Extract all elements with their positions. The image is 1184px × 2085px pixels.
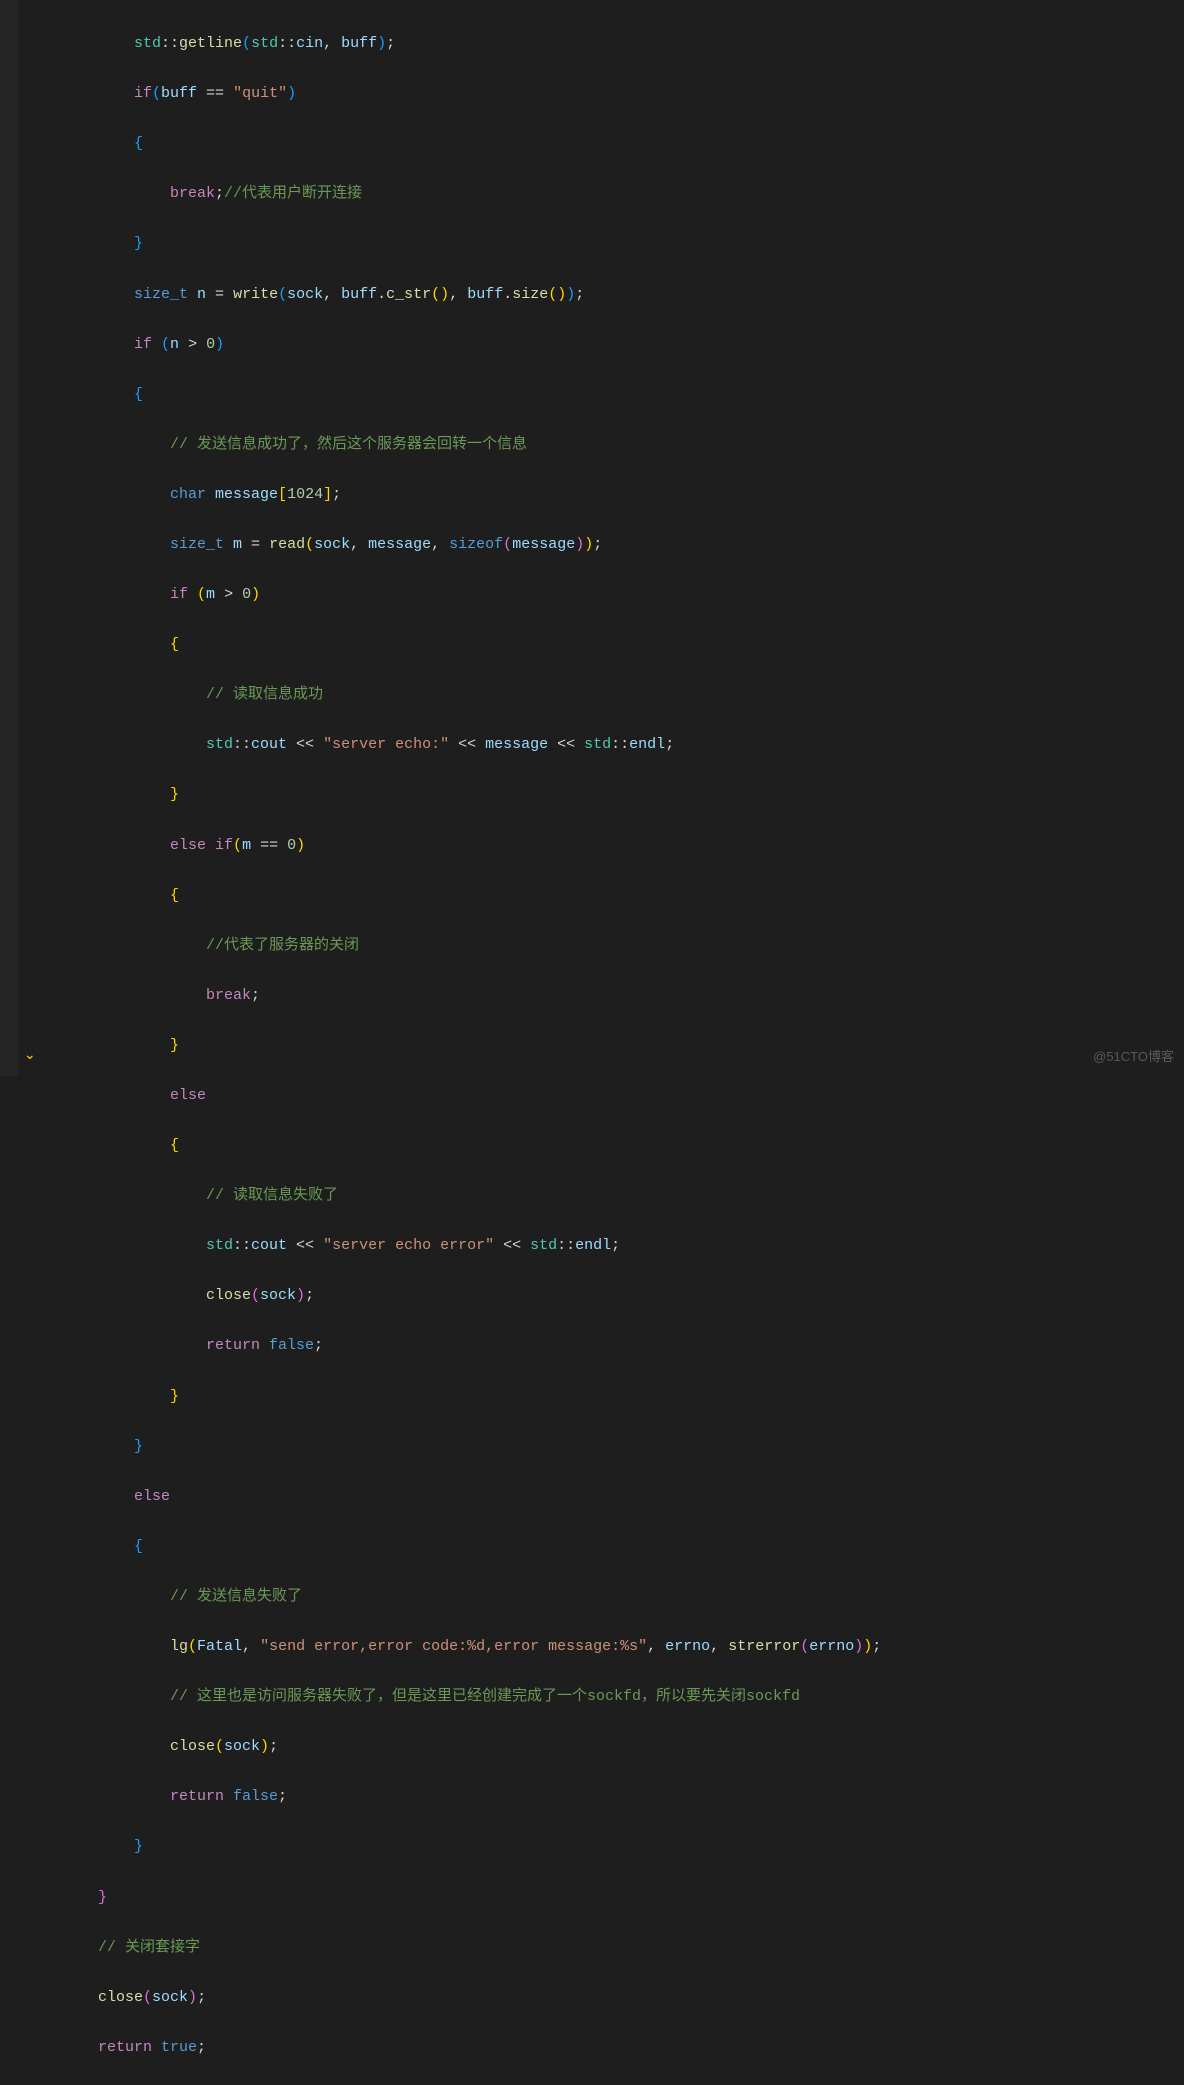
code-line: size_t n = write(sock, buff.c_str(), buf…	[44, 282, 1180, 307]
code-line: {	[44, 883, 1180, 908]
code-line: size_t m = read(sock, message, sizeof(me…	[44, 532, 1180, 557]
code-line: return false;	[44, 1784, 1180, 1809]
code-line: if (n > 0)	[44, 332, 1180, 357]
code-line: // 读取信息成功	[44, 682, 1180, 707]
code-line: break;//代表用户断开连接	[44, 181, 1180, 206]
code-line: //代表了服务器的关闭	[44, 933, 1180, 958]
code-line: close(sock);	[44, 1283, 1180, 1308]
code-line: std::getline(std::cin, buff);	[44, 31, 1180, 56]
code-line: }	[44, 1434, 1180, 1459]
code-line: {	[44, 382, 1180, 407]
code-line: lg(Fatal, "send error,error code:%d,erro…	[44, 1634, 1180, 1659]
code-editor[interactable]: std::getline(std::cin, buff); if(buff ==…	[44, 6, 1180, 2085]
code-line: }	[44, 1885, 1180, 1910]
code-line: // 发送信息成功了，然后这个服务器会回转一个信息	[44, 432, 1180, 457]
code-line: else	[44, 1083, 1180, 1108]
code-line: }	[44, 1033, 1180, 1058]
code-line: // 读取信息失败了	[44, 1183, 1180, 1208]
code-line: if (m > 0)	[44, 582, 1180, 607]
code-line: if(buff == "quit")	[44, 81, 1180, 106]
code-line: return false;	[44, 1333, 1180, 1358]
activity-bar	[0, 0, 18, 1076]
code-line: }	[44, 1384, 1180, 1409]
line-gutter	[18, 0, 44, 1076]
code-line: }	[44, 231, 1180, 256]
code-line: // 发送信息失败了	[44, 1584, 1180, 1609]
code-line: {	[44, 1534, 1180, 1559]
code-line: break;	[44, 983, 1180, 1008]
watermark-text: @51CTO博客	[1093, 1046, 1174, 1068]
code-line: else	[44, 1484, 1180, 1509]
code-line: char message[1024];	[44, 482, 1180, 507]
code-line: {	[44, 632, 1180, 657]
fold-indicator-icon[interactable]: ⌄	[24, 1045, 36, 1068]
code-line: {	[44, 131, 1180, 156]
code-line: // 关闭套接字	[44, 1935, 1180, 1960]
code-line: close(sock);	[44, 1985, 1180, 2010]
code-line: else if(m == 0)	[44, 833, 1180, 858]
code-line: std::cout << "server echo error" << std:…	[44, 1233, 1180, 1258]
code-line: std::cout << "server echo:" << message <…	[44, 732, 1180, 757]
code-line: }	[44, 782, 1180, 807]
code-line: return true;	[44, 2035, 1180, 2060]
code-line: {	[44, 1133, 1180, 1158]
code-line: }	[44, 1834, 1180, 1859]
code-line: // 这里也是访问服务器失败了，但是这里已经创建完成了一个sockfd，所以要先…	[44, 1684, 1180, 1709]
code-line: close(sock);	[44, 1734, 1180, 1759]
